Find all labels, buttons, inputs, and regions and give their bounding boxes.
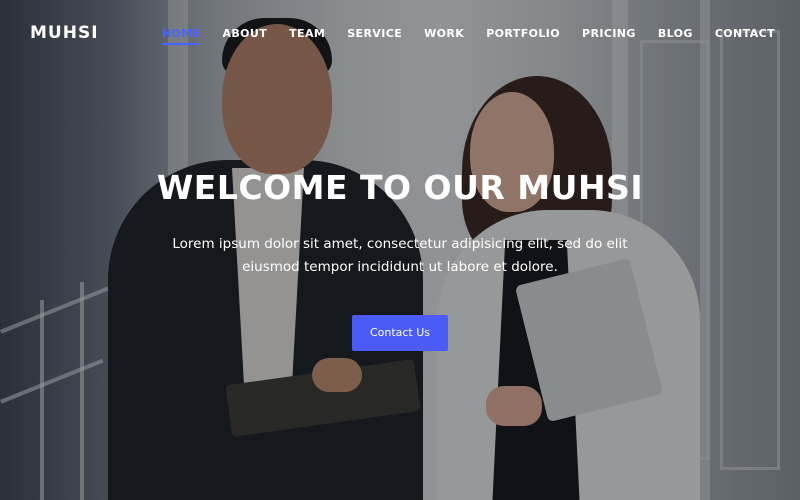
nav-item-team[interactable]: TEAM (278, 21, 336, 46)
nav-item-contact[interactable]: CONTACT (704, 21, 786, 46)
nav-item-blog[interactable]: BLOG (647, 21, 704, 46)
hero-content: WELCOME TO OUR MUHSI Lorem ipsum dolor s… (0, 168, 800, 351)
nav-item-pricing[interactable]: PRICING (571, 21, 647, 46)
hero-description: Lorem ipsum dolor sit amet, consectetur … (172, 236, 628, 275)
nav-item-service[interactable]: SERVICE (336, 21, 413, 46)
site-logo[interactable]: MUHSI (30, 23, 99, 43)
nav-item-about[interactable]: ABOUT (211, 21, 278, 46)
main-nav: HOME ABOUT TEAM SERVICE WORK PORTFOLIO P… (151, 21, 786, 46)
hero-title: WELCOME TO OUR MUHSI (156, 168, 644, 207)
nav-item-portfolio[interactable]: PORTFOLIO (475, 21, 571, 46)
nav-item-work[interactable]: WORK (413, 21, 475, 46)
hero-section: MUHSI HOME ABOUT TEAM SERVICE WORK PORTF… (0, 0, 800, 500)
nav-item-home[interactable]: HOME (151, 21, 212, 46)
contact-us-button[interactable]: Contact Us (352, 315, 448, 351)
site-header: MUHSI HOME ABOUT TEAM SERVICE WORK PORTF… (0, 0, 800, 66)
